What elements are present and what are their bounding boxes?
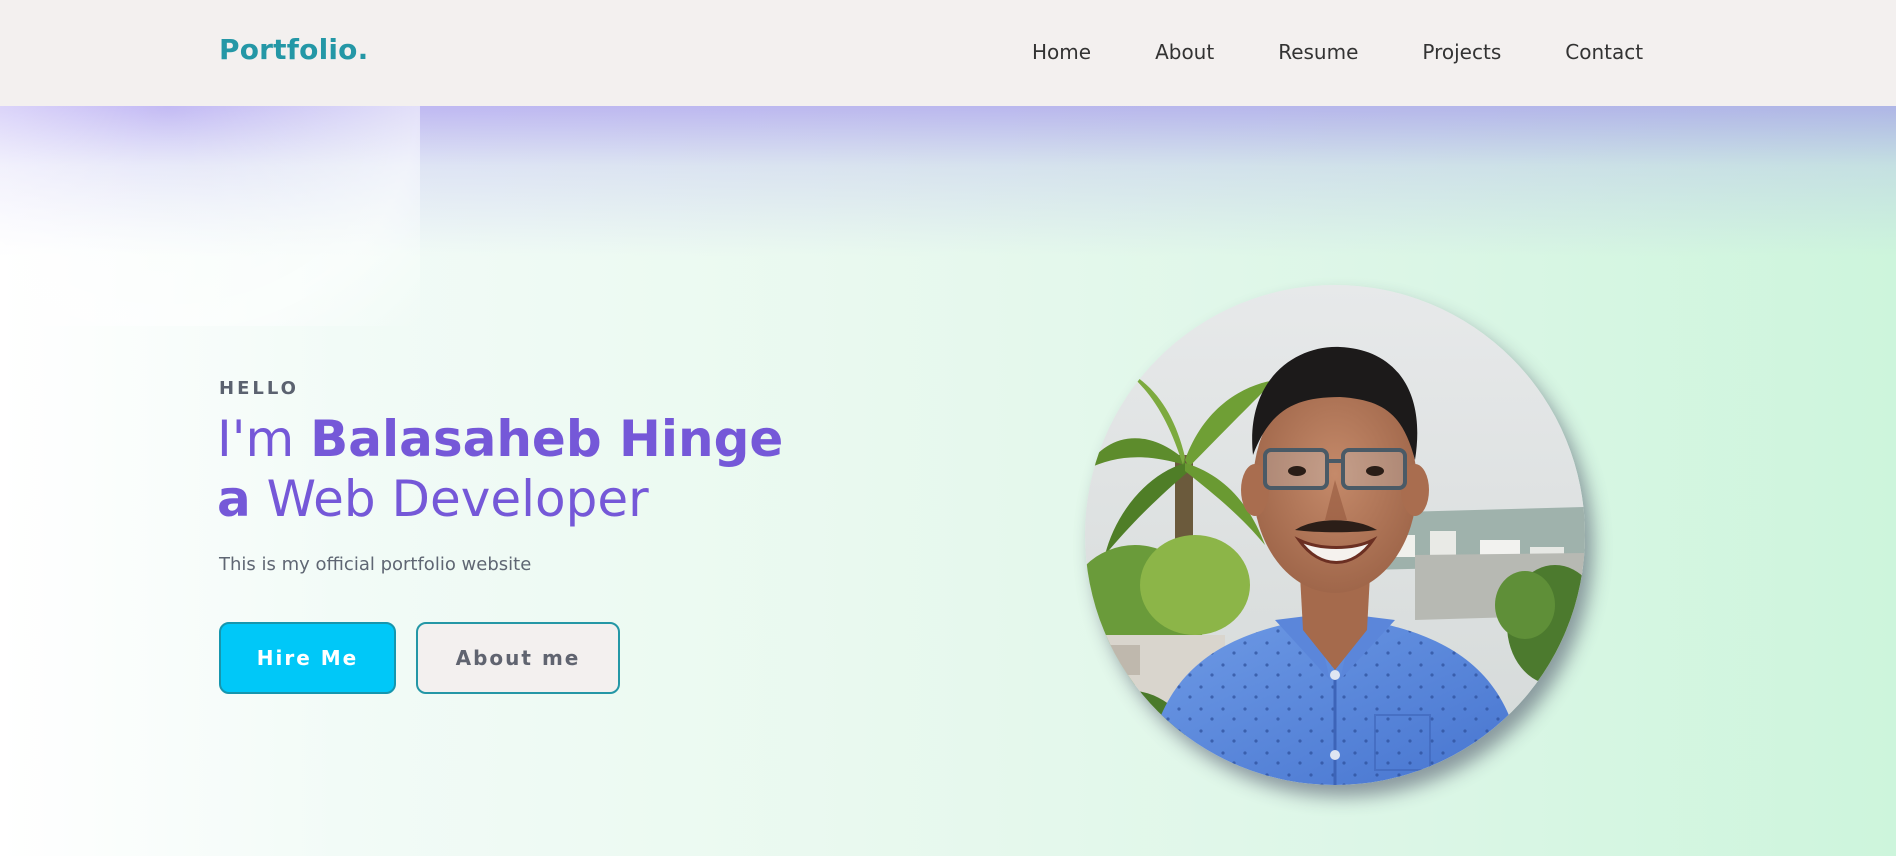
profile-photo bbox=[1085, 285, 1585, 785]
hero-section: HELLO I'm Balasaheb Hinge a Web Develope… bbox=[0, 106, 1896, 856]
about-me-button[interactable]: About me bbox=[416, 622, 620, 694]
headline-name: Balasaheb Hinge bbox=[310, 410, 784, 468]
brand-logo[interactable]: Portfolio. bbox=[219, 33, 368, 66]
hire-me-button[interactable]: Hire Me bbox=[219, 622, 396, 694]
headline-role: Web Developer bbox=[250, 470, 649, 528]
nav-link-contact[interactable]: Contact bbox=[1565, 40, 1643, 64]
nav-link-home[interactable]: Home bbox=[1032, 40, 1091, 64]
nav-link-projects[interactable]: Projects bbox=[1422, 40, 1501, 64]
hero-headline: I'm Balasaheb Hinge a Web Developer bbox=[217, 409, 783, 529]
hero-tagline: This is my official portfolio website bbox=[219, 554, 532, 575]
nav-link-resume[interactable]: Resume bbox=[1278, 40, 1358, 64]
headline-prefix: I'm bbox=[217, 410, 311, 468]
headline-article: a bbox=[217, 470, 251, 528]
hero-left-glow bbox=[0, 106, 420, 326]
navbar: Portfolio. Home About Resume Projects Co… bbox=[0, 0, 1896, 106]
hero-greeting: HELLO bbox=[219, 378, 299, 399]
nav-links: Home About Resume Projects Contact bbox=[1032, 40, 1643, 64]
nav-link-about[interactable]: About bbox=[1155, 40, 1214, 64]
